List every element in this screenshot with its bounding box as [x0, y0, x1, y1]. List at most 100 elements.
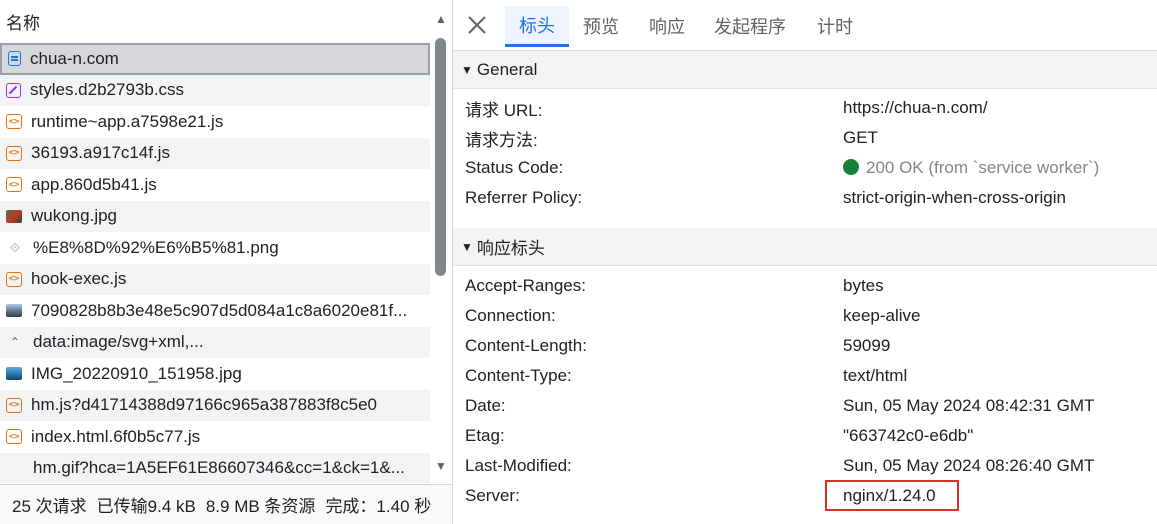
request-name: index.html.6f0b5c77.js — [31, 426, 201, 446]
general-section-header[interactable]: ▼ General — [453, 51, 1157, 89]
request-row[interactable]: <> runtime~app.a7598e21.js — [0, 106, 430, 138]
tab-initiator[interactable]: 发起程序 — [705, 6, 795, 46]
scroll-down-arrow-icon[interactable]: ▼ — [434, 459, 448, 473]
name-column-header[interactable]: 名称 — [0, 0, 430, 42]
request-row[interactable]: <> hook-exec.js — [0, 263, 430, 295]
request-count: 25 次请求 — [12, 497, 87, 516]
header-value: Sun, 05 May 2024 08:26:40 GMT — [843, 456, 1095, 475]
status-ok-dot-icon — [843, 159, 859, 175]
header-row: Server: nginx/1.24.0 — [453, 481, 1157, 511]
request-row[interactable]: <> hm.js?d41714388d97166c965a387883f8c5e… — [0, 389, 430, 421]
request-rows: chua-n.com styles.d2b2793b.css <> runtim… — [0, 43, 430, 483]
request-detail-panel: 标头 预览 响应 发起程序 计时 ▼ General 请求 URL: https… — [453, 0, 1157, 524]
request-name: hm.js?d41714388d97166c965a387883f8c5e0 — [31, 395, 377, 415]
svg-icon: ⌃ — [9, 335, 21, 350]
document-icon — [8, 51, 21, 67]
script-icon: <> — [6, 177, 22, 193]
general-section-title: General — [476, 59, 538, 79]
scrollbar-thumb[interactable] — [435, 38, 446, 276]
header-value: keep-alive — [843, 306, 921, 325]
server-value-highlight-box — [825, 480, 959, 511]
request-name: wukong.jpg — [31, 206, 118, 226]
request-row[interactable]: styles.d2b2793b.css — [0, 74, 430, 106]
header-key: Etag: — [465, 426, 505, 445]
header-row: Etag: "663742c0-e6db" — [453, 421, 1157, 451]
request-name: 36193.a917c14f.js — [31, 143, 170, 163]
request-row[interactable]: ⌃ data:image/svg+xml,... — [0, 326, 430, 358]
header-value: Sun, 05 May 2024 08:42:31 GMT — [843, 396, 1095, 415]
request-list-panel: 名称 ▲ ▼ chua-n.com styles.d2b2793b.css <>… — [0, 0, 453, 524]
request-row[interactable]: <> 36193.a917c14f.js — [0, 137, 430, 169]
request-name: data:image/svg+xml,... — [33, 332, 204, 352]
status-code-value: 200 OK (from `service worker`) — [843, 158, 1099, 178]
finish-time: 完成：1.40 秒 — [325, 497, 432, 516]
request-row[interactable]: <> index.html.6f0b5c77.js — [0, 421, 430, 453]
request-name: hm.gif?hca=1A5EF61E86607346&cc=1&ck=1&..… — [33, 458, 405, 478]
header-key: Content-Length: — [465, 336, 587, 355]
script-icon: <> — [6, 114, 22, 130]
tab-response[interactable]: 响应 — [639, 6, 695, 46]
header-key: Connection: — [465, 306, 556, 325]
network-summary-bar: 25 次请求 已传输9.4 kB 8.9 MB 条资源 完成：1.40 秒 — [0, 484, 452, 524]
image-icon — [6, 304, 22, 318]
header-row: Referrer Policy: strict-origin-when-cros… — [453, 183, 1157, 213]
header-row: Status Code: 200 OK (from `service worke… — [453, 153, 1157, 183]
header-row: Last-Modified: Sun, 05 May 2024 08:26:40… — [453, 451, 1157, 481]
resources-size: 8.9 MB 条资源 — [205, 497, 316, 516]
header-row: Connection: keep-alive — [453, 301, 1157, 331]
request-name: 7090828b8b3e48e5c907d5d084a1c8a6020e81f.… — [31, 300, 408, 320]
header-row: Date: Sun, 05 May 2024 08:42:31 GMT — [453, 391, 1157, 421]
script-icon: <> — [6, 145, 22, 161]
png-icon: ⟐ — [9, 239, 21, 255]
status-code-text: 200 OK (from `service worker`) — [866, 158, 1100, 177]
stylesheet-icon — [6, 82, 21, 98]
header-value: "663742c0-e6db" — [843, 426, 974, 445]
script-icon: <> — [6, 429, 22, 445]
request-name: runtime~app.a7598e21.js — [31, 111, 224, 131]
scroll-up-arrow-icon[interactable]: ▲ — [434, 12, 448, 26]
header-value: strict-origin-when-cross-origin — [843, 188, 1066, 207]
header-row: Accept-Ranges: bytes — [453, 271, 1157, 301]
header-value: GET — [843, 128, 878, 147]
header-value: text/html — [843, 366, 908, 385]
header-value: bytes — [843, 276, 884, 295]
collapse-triangle-icon: ▼ — [461, 62, 473, 77]
request-row[interactable]: hm.gif?hca=1A5EF61E86607346&cc=1&ck=1&..… — [0, 452, 430, 483]
tab-headers[interactable]: 标头 — [505, 6, 569, 47]
request-row[interactable]: <> app.860d5b41.js — [0, 169, 430, 201]
request-name: %E8%8D%92%E6%B5%81.png — [33, 237, 279, 257]
request-row[interactable]: chua-n.com — [0, 43, 430, 75]
header-value: https://chua-n.com/ — [843, 98, 988, 117]
header-key: Last-Modified: — [465, 456, 572, 475]
request-name: styles.d2b2793b.css — [30, 80, 185, 100]
header-row: 请求 URL: https://chua-n.com/ — [453, 93, 1157, 123]
request-name: IMG_20220910_151958.jpg — [31, 363, 242, 383]
tab-timing[interactable]: 计时 — [807, 6, 863, 46]
request-row[interactable]: wukong.jpg — [0, 200, 430, 232]
request-row[interactable]: IMG_20220910_151958.jpg — [0, 358, 430, 390]
request-name: hook-exec.js — [31, 269, 127, 289]
header-key: Accept-Ranges: — [465, 276, 586, 295]
header-key: Server: — [465, 486, 520, 505]
response-headers-section-header[interactable]: ▼ 响应标头 — [453, 228, 1157, 266]
close-icon[interactable] — [465, 13, 489, 37]
image-icon — [6, 367, 22, 381]
request-row[interactable]: ⟐ %E8%8D%92%E6%B5%81.png — [0, 232, 430, 264]
header-row: Content-Type: text/html — [453, 361, 1157, 391]
response-headers-title: 响应标头 — [476, 239, 545, 258]
collapse-triangle-icon: ▼ — [461, 239, 473, 254]
image-icon — [6, 209, 22, 223]
detail-tab-bar: 标头 预览 响应 发起程序 计时 — [453, 0, 1157, 51]
request-row[interactable]: 7090828b8b3e48e5c907d5d084a1c8a6020e81f.… — [0, 295, 430, 327]
blank-icon — [6, 459, 24, 477]
request-name: app.860d5b41.js — [31, 174, 157, 194]
request-name: chua-n.com — [30, 48, 119, 68]
tab-preview[interactable]: 预览 — [573, 6, 629, 46]
header-value: 59099 — [843, 336, 891, 355]
header-key: Content-Type: — [465, 366, 572, 385]
header-key: 请求方法: — [465, 130, 538, 150]
transferred-size: 已传输9.4 kB — [96, 497, 196, 516]
header-row: 请求方法: GET — [453, 123, 1157, 153]
header-key: Status Code: — [465, 158, 564, 177]
script-icon: <> — [6, 271, 22, 287]
